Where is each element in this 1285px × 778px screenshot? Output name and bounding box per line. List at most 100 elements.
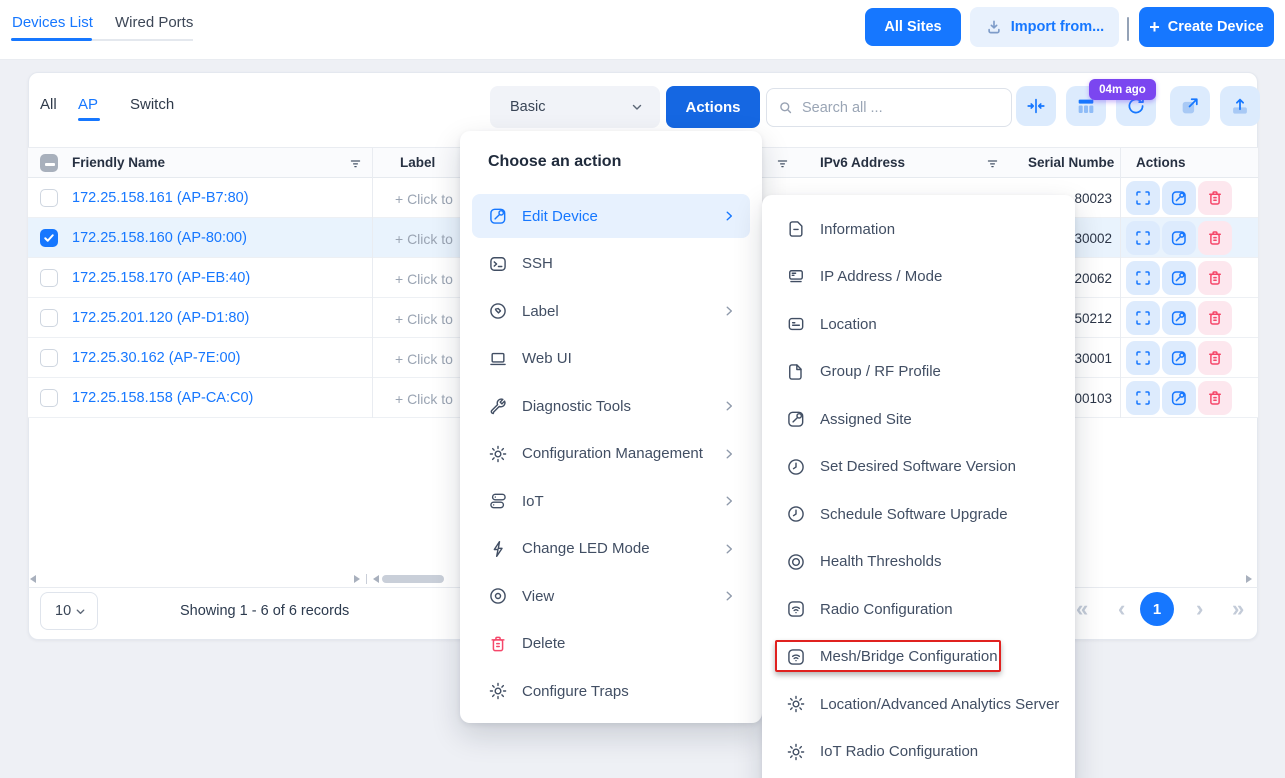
filter-icon[interactable] [985, 156, 1000, 171]
col-label: Label [400, 155, 435, 170]
expand-row-button[interactable] [1126, 221, 1160, 255]
submenu-item-label: Schedule Software Upgrade [820, 506, 1008, 523]
device-name-link[interactable]: 172.25.158.170 (AP-EB:40) [72, 270, 250, 286]
device-name-link[interactable]: 172.25.158.158 (AP-CA:C0) [72, 390, 253, 406]
expand-row-button[interactable] [1126, 381, 1160, 415]
scroll-right-arrow[interactable] [1246, 575, 1252, 583]
submenu-item-information[interactable]: Information [774, 207, 1063, 251]
collapse-columns-button[interactable] [1016, 86, 1056, 126]
scroll-right-arrow[interactable] [354, 575, 360, 583]
menu-item-view[interactable]: View [472, 574, 750, 618]
page-size-select[interactable]: 10 [40, 592, 98, 630]
filter-tab-all[interactable]: All [40, 96, 57, 113]
pager-next-button[interactable]: › [1196, 596, 1203, 622]
all-sites-button[interactable]: All Sites [865, 8, 961, 46]
app-window: Devices List Wired Ports All Sites Impor… [0, 0, 1285, 778]
edit-row-button[interactable] [1162, 381, 1196, 415]
submenu-item-location[interactable]: Location [774, 302, 1063, 346]
pager-prev-button[interactable]: ‹ [1118, 596, 1125, 622]
open-in-new-button[interactable] [1170, 86, 1210, 126]
device-name-link[interactable]: 172.25.201.120 (AP-D1:80) [72, 310, 249, 326]
scroll-left-arrow[interactable] [30, 575, 36, 583]
submenu-item-label: Mesh/Bridge Configuration [820, 648, 998, 665]
row-checkbox[interactable] [40, 389, 58, 407]
submenu-item-assigned-site[interactable]: Assigned Site [774, 397, 1063, 441]
view-mode-select[interactable]: Basic [490, 86, 660, 128]
row-checkbox[interactable] [40, 229, 58, 247]
delete-row-button[interactable] [1198, 181, 1232, 215]
search-input[interactable] [802, 100, 1001, 116]
add-label-button[interactable]: + Click to [395, 191, 453, 207]
expand-row-button[interactable] [1126, 301, 1160, 335]
row-checkbox[interactable] [40, 309, 58, 327]
tab-devices-list[interactable]: Devices List [12, 14, 93, 31]
menu-item-edit-device[interactable]: Edit Device [472, 194, 750, 238]
filter-tab-ap[interactable]: AP [78, 96, 98, 113]
submenu-item-health-thresholds[interactable]: Health Thresholds [774, 540, 1063, 584]
expand-row-button[interactable] [1126, 181, 1160, 215]
create-device-label: Create Device [1168, 19, 1264, 35]
edit-row-button[interactable] [1162, 221, 1196, 255]
filter-tab-switch[interactable]: Switch [130, 96, 174, 113]
chevron-down-icon [74, 605, 87, 618]
select-all-checkbox[interactable] [40, 154, 58, 172]
edit-row-button[interactable] [1162, 261, 1196, 295]
menu-item-iot[interactable]: IoT [472, 479, 750, 523]
delete-row-button[interactable] [1198, 301, 1232, 335]
submenu-item-label: Set Desired Software Version [820, 458, 1016, 475]
filter-icon[interactable] [348, 156, 363, 171]
horizontal-scrollbar-thumb[interactable] [382, 575, 444, 583]
edit-row-button[interactable] [1162, 301, 1196, 335]
menu-item-diagnostic-tools[interactable]: Diagnostic Tools [472, 384, 750, 428]
device-name-link[interactable]: 172.25.158.160 (AP-80:00) [72, 230, 247, 246]
clock-icon [786, 504, 806, 524]
pager-page-1[interactable]: 1 [1140, 592, 1174, 626]
menu-item-label[interactable]: Label [472, 289, 750, 333]
menu-item-configure-traps[interactable]: Configure Traps [472, 669, 750, 713]
submenu-item-iot-radio-configuration[interactable]: IoT Radio Configuration [774, 730, 1063, 774]
add-label-button[interactable]: + Click to [395, 351, 453, 367]
expand-row-button[interactable] [1126, 341, 1160, 375]
submenu-item-ip-address-mode[interactable]: IP Address / Mode [774, 255, 1063, 299]
submenu-item-schedule-software-upgrade[interactable]: Schedule Software Upgrade [774, 492, 1063, 536]
chevron-right-icon [722, 494, 736, 508]
tab-wired-ports[interactable]: Wired Ports [115, 14, 193, 31]
delete-row-button[interactable] [1198, 261, 1232, 295]
menu-item-change-led-mode[interactable]: Change LED Mode [472, 527, 750, 571]
scroll-left-arrow[interactable] [373, 575, 379, 583]
create-device-button[interactable]: + Create Device [1139, 7, 1274, 47]
menu-item-delete[interactable]: Delete [472, 622, 750, 666]
all-sites-label: All Sites [884, 19, 941, 35]
submenu-item-label: IP Address / Mode [820, 268, 942, 285]
row-checkbox[interactable] [40, 189, 58, 207]
delete-row-button[interactable] [1198, 341, 1232, 375]
tag-icon [488, 301, 508, 321]
add-label-button[interactable]: + Click to [395, 271, 453, 287]
submenu-item-group-rf-profile[interactable]: Group / RF Profile [774, 350, 1063, 394]
submenu-item-set-desired-software-version[interactable]: Set Desired Software Version [774, 445, 1063, 489]
menu-item-ssh[interactable]: SSH [472, 242, 750, 286]
row-checkbox[interactable] [40, 269, 58, 287]
add-label-button[interactable]: + Click to [395, 231, 453, 247]
delete-row-button[interactable] [1198, 381, 1232, 415]
actions-button[interactable]: Actions [666, 86, 760, 128]
import-from-button[interactable]: Import from... [970, 7, 1119, 47]
add-label-button[interactable]: + Click to [395, 311, 453, 327]
delete-row-button[interactable] [1198, 221, 1232, 255]
submenu-item-location-advanced-analytics-server[interactable]: Location/Advanced Analytics Server [774, 682, 1063, 726]
menu-item-configuration-management[interactable]: Configuration Management [472, 432, 750, 476]
device-name-link[interactable]: 172.25.158.161 (AP-B7:80) [72, 190, 249, 206]
add-label-button[interactable]: + Click to [395, 391, 453, 407]
edit-row-button[interactable] [1162, 341, 1196, 375]
device-name-link[interactable]: 172.25.30.162 (AP-7E:00) [72, 350, 240, 366]
pager-first-button[interactable]: « [1076, 596, 1088, 622]
upload-button[interactable] [1220, 86, 1260, 126]
pager-last-button[interactable]: » [1232, 596, 1244, 622]
edit-row-button[interactable] [1162, 181, 1196, 215]
submenu-item-mesh-bridge-configuration[interactable]: Mesh/Bridge Configuration [774, 635, 1063, 679]
row-checkbox[interactable] [40, 349, 58, 367]
filter-icon[interactable] [775, 156, 790, 171]
menu-item-web-ui[interactable]: Web UI [472, 337, 750, 381]
expand-row-button[interactable] [1126, 261, 1160, 295]
submenu-item-radio-configuration[interactable]: Radio Configuration [774, 587, 1063, 631]
